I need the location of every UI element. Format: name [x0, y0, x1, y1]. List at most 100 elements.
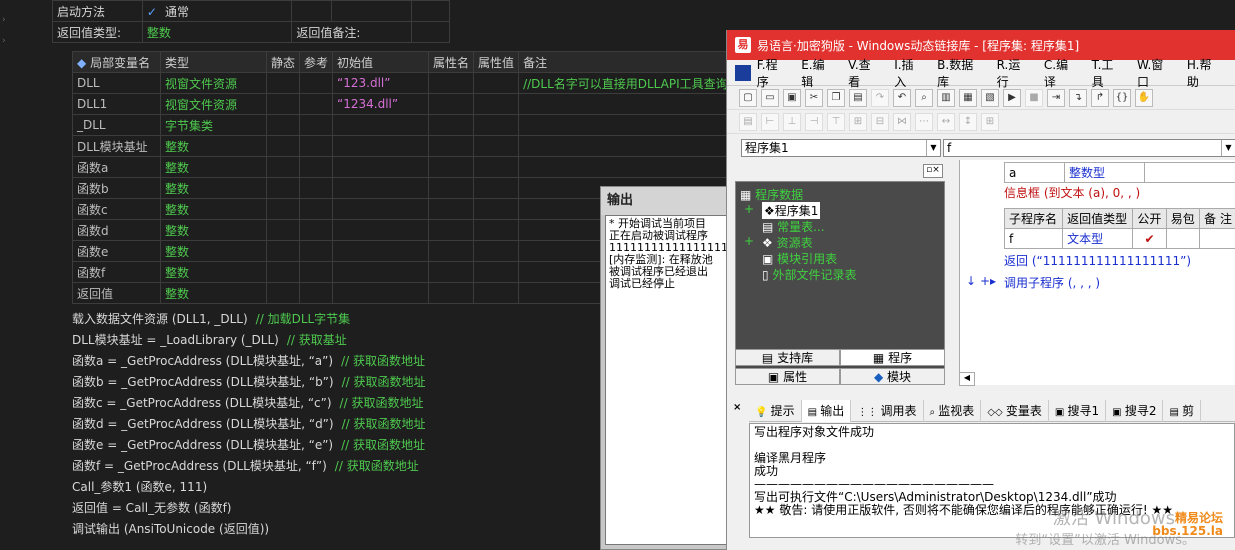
code-line[interactable]: 函数b = _GetProcAddress (DLL模块基址, “b”) // 获… — [72, 372, 426, 393]
cell-attr-value[interactable] — [473, 240, 520, 262]
panel-restore-icon[interactable]: ▫× — [923, 164, 943, 178]
var-name-cell[interactable]: DLL — [72, 72, 161, 94]
cell-ref[interactable] — [299, 282, 334, 304]
code-line[interactable]: 函数a = _GetProcAddress (DLL模块基址, “a”) // 获… — [72, 351, 425, 372]
tab-bottom[interactable]: ⋮⋮ 调用表 — [851, 399, 924, 422]
var-init-cell[interactable] — [332, 198, 430, 220]
size-icon[interactable]: ⊞ — [849, 112, 867, 131]
var-note-cell[interactable] — [518, 114, 730, 136]
var-name-cell[interactable]: 函数f — [72, 261, 161, 283]
var-init-cell[interactable]: “1234.dll” — [332, 93, 430, 115]
space2-icon[interactable]: ⋯ — [915, 112, 933, 131]
cell-static[interactable] — [265, 135, 301, 157]
cell-ref[interactable] — [299, 198, 334, 220]
var-init-cell[interactable]: “123.dll” — [332, 72, 430, 94]
var-name-cell[interactable]: 函数a — [72, 156, 161, 178]
braces-icon[interactable]: {} — [1113, 88, 1131, 107]
copy-icon[interactable]: ❐ — [827, 88, 845, 107]
cell-attr-name[interactable] — [428, 156, 475, 178]
var-note-cell[interactable] — [518, 93, 730, 115]
cell-static[interactable] — [265, 156, 301, 178]
layout2-icon[interactable]: ▦ — [959, 88, 977, 107]
var-init-cell[interactable] — [332, 261, 430, 283]
step-icon[interactable]: ⇥ — [1047, 88, 1065, 107]
menu-item[interactable]: I.插入 — [894, 56, 925, 90]
close-pane-icon[interactable]: × — [733, 402, 741, 413]
tab-bottom[interactable]: ◇◇ 变量表 — [981, 399, 1049, 422]
cell-attr-value[interactable] — [473, 219, 520, 241]
run-icon[interactable]: ▶ — [1003, 88, 1021, 107]
layout1-icon[interactable]: ▥ — [937, 88, 955, 107]
var-init-cell[interactable] — [332, 135, 430, 157]
cell-attr-value[interactable] — [473, 93, 520, 115]
cell-ref[interactable] — [299, 114, 334, 136]
menu-item[interactable]: C.编译 — [1044, 56, 1080, 90]
size2-icon[interactable]: ⊟ — [871, 112, 889, 131]
tree-item-external-files[interactable]: ▯ 外部文件记录表 — [762, 266, 856, 283]
align-right-icon[interactable]: ⊣ — [805, 112, 823, 131]
table-row[interactable]: DLL 视窗文件资源 “123.dll” //DLL名字可以直接用DLLAPI工具查询 — [72, 72, 730, 94]
project-tree[interactable]: ▦ 程序数据 + ❖程序集1 ▤ 常量表... + ❖ 资源表 ▣ 模块引用表 … — [735, 181, 945, 374]
grid-icon[interactable]: ⊞ — [981, 112, 999, 131]
expand-icon[interactable]: + — [744, 202, 754, 216]
menu-item[interactable]: E.编辑 — [801, 56, 836, 90]
code-line[interactable]: 载入数据文件资源 (DLL1, _DLL) // 加载DLL字节集 — [72, 309, 350, 330]
debug-output-text[interactable]: * 开始调试当前项目 正在启动被调试程序 111111111111111111 [内存… — [605, 215, 727, 545]
tab-support-lib[interactable]: ▤ 支持库 — [735, 349, 840, 366]
cell-ref[interactable] — [299, 156, 334, 178]
menu-item[interactable]: F.程序 — [757, 56, 789, 90]
menu-item[interactable]: T.工具 — [1092, 56, 1125, 90]
code-line-call[interactable]: 调用子程序 (, , , ) — [1004, 274, 1100, 291]
cell-ref[interactable] — [299, 261, 334, 283]
cell-attr-name[interactable] — [428, 135, 475, 157]
var-name-cell[interactable]: 函数e — [72, 240, 161, 262]
tab-bottom[interactable]: 💡 提示 — [749, 399, 802, 422]
cell-attr-name[interactable] — [428, 114, 475, 136]
sub-return-type-cell[interactable]: 文本型 — [1062, 228, 1134, 249]
tree-root[interactable]: ▦ 程序数据 — [740, 186, 803, 203]
cell-static[interactable] — [265, 261, 301, 283]
var-type-cell[interactable]: 整数 — [160, 198, 267, 220]
cell-attr-name[interactable] — [428, 177, 475, 199]
var-type-cell[interactable]: 字节集类 — [160, 114, 267, 136]
var-type-cell[interactable]: 整数 — [160, 219, 267, 241]
open-folder-icon[interactable]: ▭ — [761, 88, 779, 107]
paste-icon[interactable]: ▤ — [849, 88, 867, 107]
save-icon[interactable]: ▣ — [783, 88, 801, 107]
var-note-cell[interactable] — [518, 156, 730, 178]
debug-output-window[interactable]: 输出 * 开始调试当前项目 正在启动被调试程序 111111111111111111… — [600, 186, 730, 550]
cell-attr-name[interactable] — [428, 261, 475, 283]
var-type-cell[interactable]: 整数 — [160, 261, 267, 283]
cut-icon[interactable]: ✂ — [805, 88, 823, 107]
cell-attr-name[interactable] — [428, 198, 475, 220]
var-name-cell[interactable]: 函数b — [72, 177, 161, 199]
cell-static[interactable] — [265, 72, 301, 94]
table-row[interactable]: DLL1 视窗文件资源 “1234.dll” — [72, 93, 730, 115]
cell-static[interactable] — [265, 240, 301, 262]
menu-item[interactable]: H.帮助 — [1187, 56, 1223, 90]
tab-program[interactable]: ▦ 程序 — [840, 349, 945, 366]
step-out-icon[interactable]: ↱ — [1091, 88, 1109, 107]
cell-attr-value[interactable] — [473, 198, 520, 220]
code-line-msgbox[interactable]: 信息框 (到文本 (a), 0, , ) — [1004, 184, 1140, 201]
cell-static[interactable] — [265, 198, 301, 220]
var-name-cell[interactable]: DLL模块基址 — [72, 135, 161, 157]
align-icon[interactable]: ▤ — [739, 112, 757, 131]
var-init-cell[interactable] — [332, 240, 430, 262]
undo-icon[interactable]: ↶ — [893, 88, 911, 107]
menu-item[interactable]: R.运行 — [997, 56, 1032, 90]
cell-static[interactable] — [265, 114, 301, 136]
cell-attr-name[interactable] — [428, 93, 475, 115]
tree-item-resources[interactable]: ❖ 资源表 — [762, 234, 813, 251]
cell-ref[interactable] — [299, 72, 334, 94]
ide-code-pane[interactable]: a 整数型 信息框 (到文本 (a), 0, , ) 子程序名 返回值类型 公开… — [959, 160, 1235, 385]
tab-bottom[interactable]: ⌕ 监视表 — [924, 399, 982, 422]
var-name-cell[interactable]: DLL1 — [72, 93, 161, 115]
cell-attr-value[interactable] — [473, 282, 520, 304]
var-type-cell[interactable]: 整数 — [160, 177, 267, 199]
step-into-icon[interactable]: ↴ — [1069, 88, 1087, 107]
expand-icon[interactable]: + — [744, 234, 754, 248]
tab-bottom[interactable]: ▤ 输出 — [801, 399, 852, 422]
cell-start-method-value[interactable]: ✓ 通常 — [141, 0, 293, 22]
var-name-cell[interactable]: _DLL — [72, 114, 161, 136]
